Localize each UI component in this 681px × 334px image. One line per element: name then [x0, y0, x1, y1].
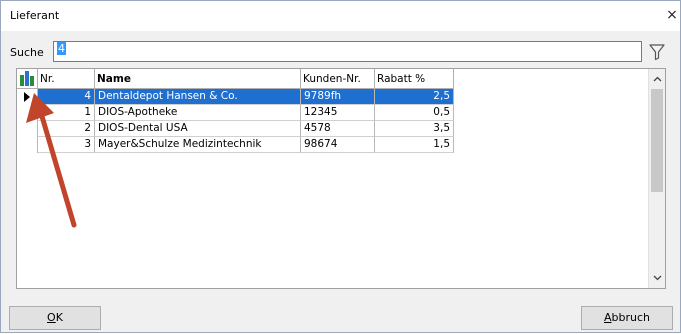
- search-label: Suche: [10, 46, 44, 59]
- cell-kunden-nr[interactable]: 98674: [301, 137, 375, 153]
- column-header-name[interactable]: Name: [95, 69, 301, 89]
- cancel-mnemonic: A: [603, 311, 612, 324]
- cell-kunden-nr[interactable]: 12345: [301, 105, 375, 121]
- cancel-button[interactable]: Abbruch: [581, 306, 673, 330]
- table-row[interactable]: 2 DIOS-Dental USA 4578 3,5: [17, 121, 454, 137]
- chevron-down-icon[interactable]: [649, 269, 666, 286]
- cell-rabatt[interactable]: 1,5: [375, 137, 454, 153]
- cell-kunden-nr[interactable]: 4578: [301, 121, 375, 137]
- column-header-nr[interactable]: Nr.: [38, 69, 95, 89]
- table-row[interactable]: 4 Dentaldepot Hansen & Co. 9789fh 2,5: [17, 89, 454, 105]
- cell-name[interactable]: DIOS-Apotheke: [95, 105, 301, 121]
- ok-mnemonic: O: [47, 311, 56, 324]
- lieferant-dialog: Lieferant × Suche 4 Nr. Name Kunden-Nr. …: [0, 0, 681, 333]
- cell-nr[interactable]: 4: [38, 89, 95, 105]
- row-indicator: [17, 121, 38, 137]
- column-chooser-cell[interactable]: [17, 69, 38, 89]
- chevron-up-icon[interactable]: [649, 71, 666, 88]
- filter-icon[interactable]: [649, 43, 665, 61]
- cell-name[interactable]: Dentaldepot Hansen & Co.: [95, 89, 301, 105]
- cell-rabatt[interactable]: 3,5: [375, 121, 454, 137]
- column-header-kunden-nr[interactable]: Kunden-Nr.: [301, 69, 375, 89]
- cell-rabatt[interactable]: 2,5: [375, 89, 454, 105]
- search-input-value: 4: [57, 42, 66, 55]
- column-header-rabatt[interactable]: Rabatt %: [375, 69, 454, 89]
- cell-name[interactable]: DIOS-Dental USA: [95, 121, 301, 137]
- title-bar: Lieferant ×: [1, 1, 680, 31]
- cell-kunden-nr[interactable]: 9789fh: [301, 89, 375, 105]
- row-indicator: [17, 105, 38, 121]
- vertical-scrollbar[interactable]: [648, 69, 665, 288]
- cell-name[interactable]: Mayer&Schulze Medizintechnik: [95, 137, 301, 153]
- cell-rabatt[interactable]: 0,5: [375, 105, 454, 121]
- cell-nr[interactable]: 3: [38, 137, 95, 153]
- cell-nr[interactable]: 1: [38, 105, 95, 121]
- ok-label: K: [55, 311, 63, 324]
- row-indicator: [17, 137, 38, 153]
- supplier-grid: Nr. Name Kunden-Nr. Rabatt % 4 Dentaldep…: [16, 68, 666, 289]
- column-chooser-icon[interactable]: [19, 70, 37, 88]
- scrollbar-thumb[interactable]: [651, 89, 663, 192]
- table-row[interactable]: 3 Mayer&Schulze Medizintechnik 98674 1,5: [17, 137, 454, 153]
- ok-button[interactable]: OK: [9, 306, 101, 330]
- table-row[interactable]: 1 DIOS-Apotheke 12345 0,5: [17, 105, 454, 121]
- cancel-label: bbruch: [611, 311, 650, 324]
- cell-nr[interactable]: 2: [38, 121, 95, 137]
- triangle-right-icon: [24, 92, 30, 102]
- row-indicator: [17, 89, 38, 105]
- close-icon[interactable]: ×: [664, 5, 680, 25]
- grid-header: Nr. Name Kunden-Nr. Rabatt %: [17, 69, 648, 89]
- search-input[interactable]: 4: [53, 41, 642, 62]
- window-title: Lieferant: [10, 9, 60, 22]
